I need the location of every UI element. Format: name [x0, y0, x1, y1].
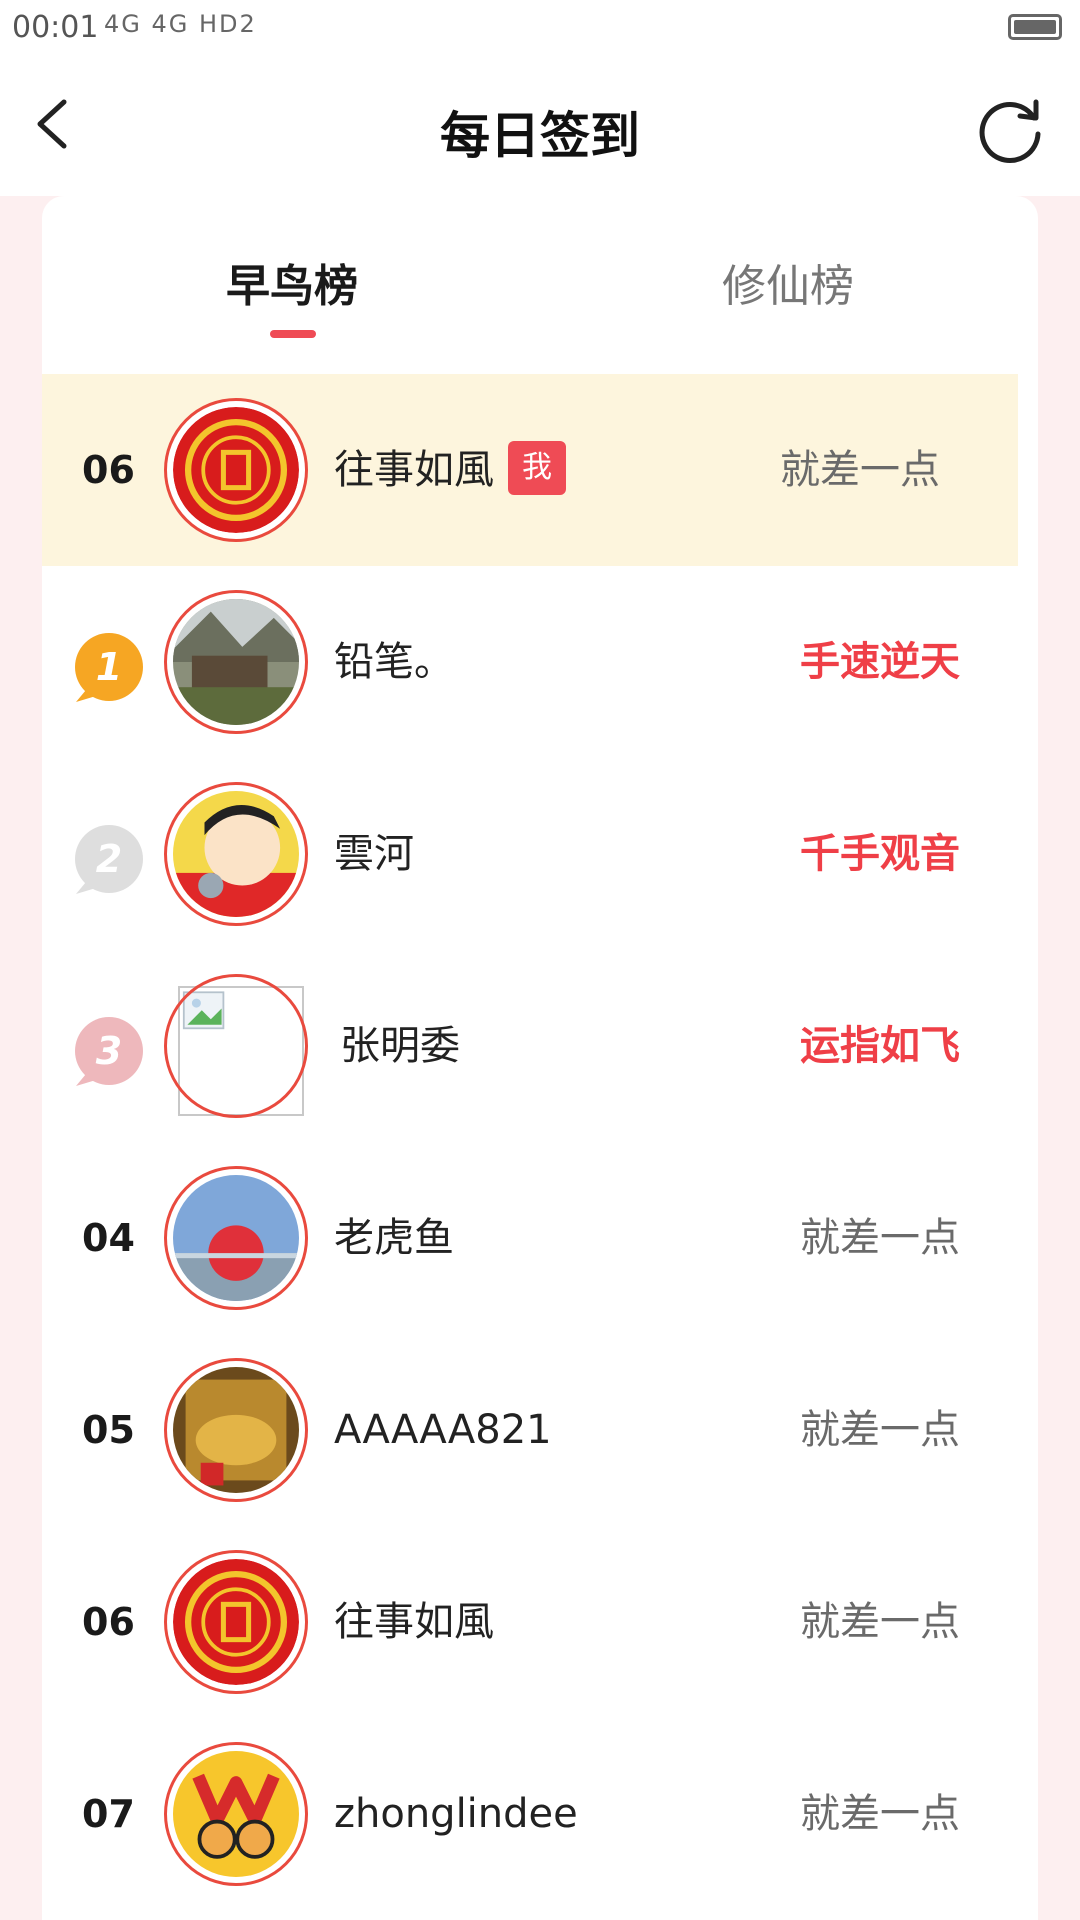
- user-name: 雲河: [334, 831, 414, 877]
- silver-medal-icon: 2: [75, 825, 143, 894]
- medal-number: 3: [96, 1029, 122, 1073]
- rank-status: 运指如飞: [800, 1023, 960, 1069]
- rank-status: 就差一点: [780, 447, 940, 493]
- user-name: 铅笔。: [334, 639, 454, 685]
- avatar[interactable]: [164, 1742, 308, 1886]
- user-name: 往事如風我: [334, 374, 566, 566]
- status-bar: 00:01 4G 4G HD2: [0, 0, 1080, 56]
- list-item[interactable]: 1 铅笔。 手速逆天: [42, 566, 1038, 758]
- tab-early-bird[interactable]: 早鸟榜: [226, 250, 358, 314]
- tab-indicator: [270, 330, 316, 338]
- rank-number: 05: [82, 1408, 135, 1452]
- list-item[interactable]: 2 雲河 千手观音: [42, 758, 1038, 950]
- battery-icon: [1008, 14, 1062, 40]
- rank-number: 07: [82, 1792, 135, 1836]
- navbar: 每日签到: [0, 56, 1080, 196]
- my-rank-row[interactable]: 06 往事如風我 就差一点: [42, 374, 1018, 566]
- avatar[interactable]: [164, 398, 308, 542]
- tab-cultivation[interactable]: 修仙榜: [722, 250, 854, 314]
- bronze-medal-icon: 3: [75, 1017, 143, 1086]
- refresh-icon: [979, 99, 1041, 163]
- medal-number: 1: [96, 645, 122, 689]
- avatar[interactable]: [164, 1550, 308, 1694]
- rank-status: 千手观音: [800, 831, 960, 877]
- rank-number: 04: [82, 1216, 135, 1260]
- avatar[interactable]: [164, 1358, 308, 1502]
- gold-medal-icon: 1: [75, 633, 143, 702]
- rank-status: 就差一点: [800, 1599, 960, 1645]
- rank-status: 就差一点: [800, 1407, 960, 1453]
- list-item[interactable]: 07 zhonglindee 就差一点: [42, 1718, 1038, 1910]
- user-name: 老虎鱼: [334, 1215, 454, 1261]
- list-item[interactable]: 06 往事如風 就差一点: [42, 1526, 1038, 1718]
- rank-status: 就差一点: [800, 1791, 960, 1837]
- avatar[interactable]: [164, 1166, 308, 1310]
- medal-number: 2: [96, 837, 122, 881]
- user-name: 往事如風: [334, 1599, 494, 1645]
- refresh-button[interactable]: [976, 94, 1046, 164]
- list-item[interactable]: 05 AAAAA821 就差一点: [42, 1334, 1038, 1526]
- leaderboard-card: 早鸟榜 修仙榜 06 往事如風我 就差一点 1 铅笔。 手速逆天 2 雲河 千手…: [42, 196, 1038, 1920]
- list-item[interactable]: 04 老虎鱼 就差一点: [42, 1142, 1038, 1334]
- status-time: 00:01: [12, 10, 99, 45]
- signal-icons: 4G 4G HD2: [104, 10, 257, 38]
- avatar[interactable]: [164, 590, 308, 734]
- tab-bar: 早鸟榜 修仙榜: [42, 196, 1038, 374]
- user-name: 张明委: [340, 1023, 460, 1069]
- page-title: 每日签到: [440, 107, 640, 165]
- me-badge: 我: [508, 441, 566, 495]
- rank-status: 就差一点: [800, 1215, 960, 1261]
- avatar[interactable]: [164, 782, 308, 926]
- rank-status: 手速逆天: [800, 639, 960, 685]
- list-item[interactable]: 3 张明委 运指如飞: [42, 950, 1038, 1142]
- rank-number: 06: [82, 1600, 135, 1644]
- rank-number: 06: [82, 448, 135, 492]
- ranking-list: 06 往事如風我 就差一点 1 铅笔。 手速逆天 2 雲河 千手观音 3 张明委…: [42, 374, 1038, 1910]
- user-name: zhonglindee: [334, 1791, 578, 1837]
- user-name: AAAAA821: [334, 1407, 552, 1453]
- avatar[interactable]: [164, 974, 308, 1118]
